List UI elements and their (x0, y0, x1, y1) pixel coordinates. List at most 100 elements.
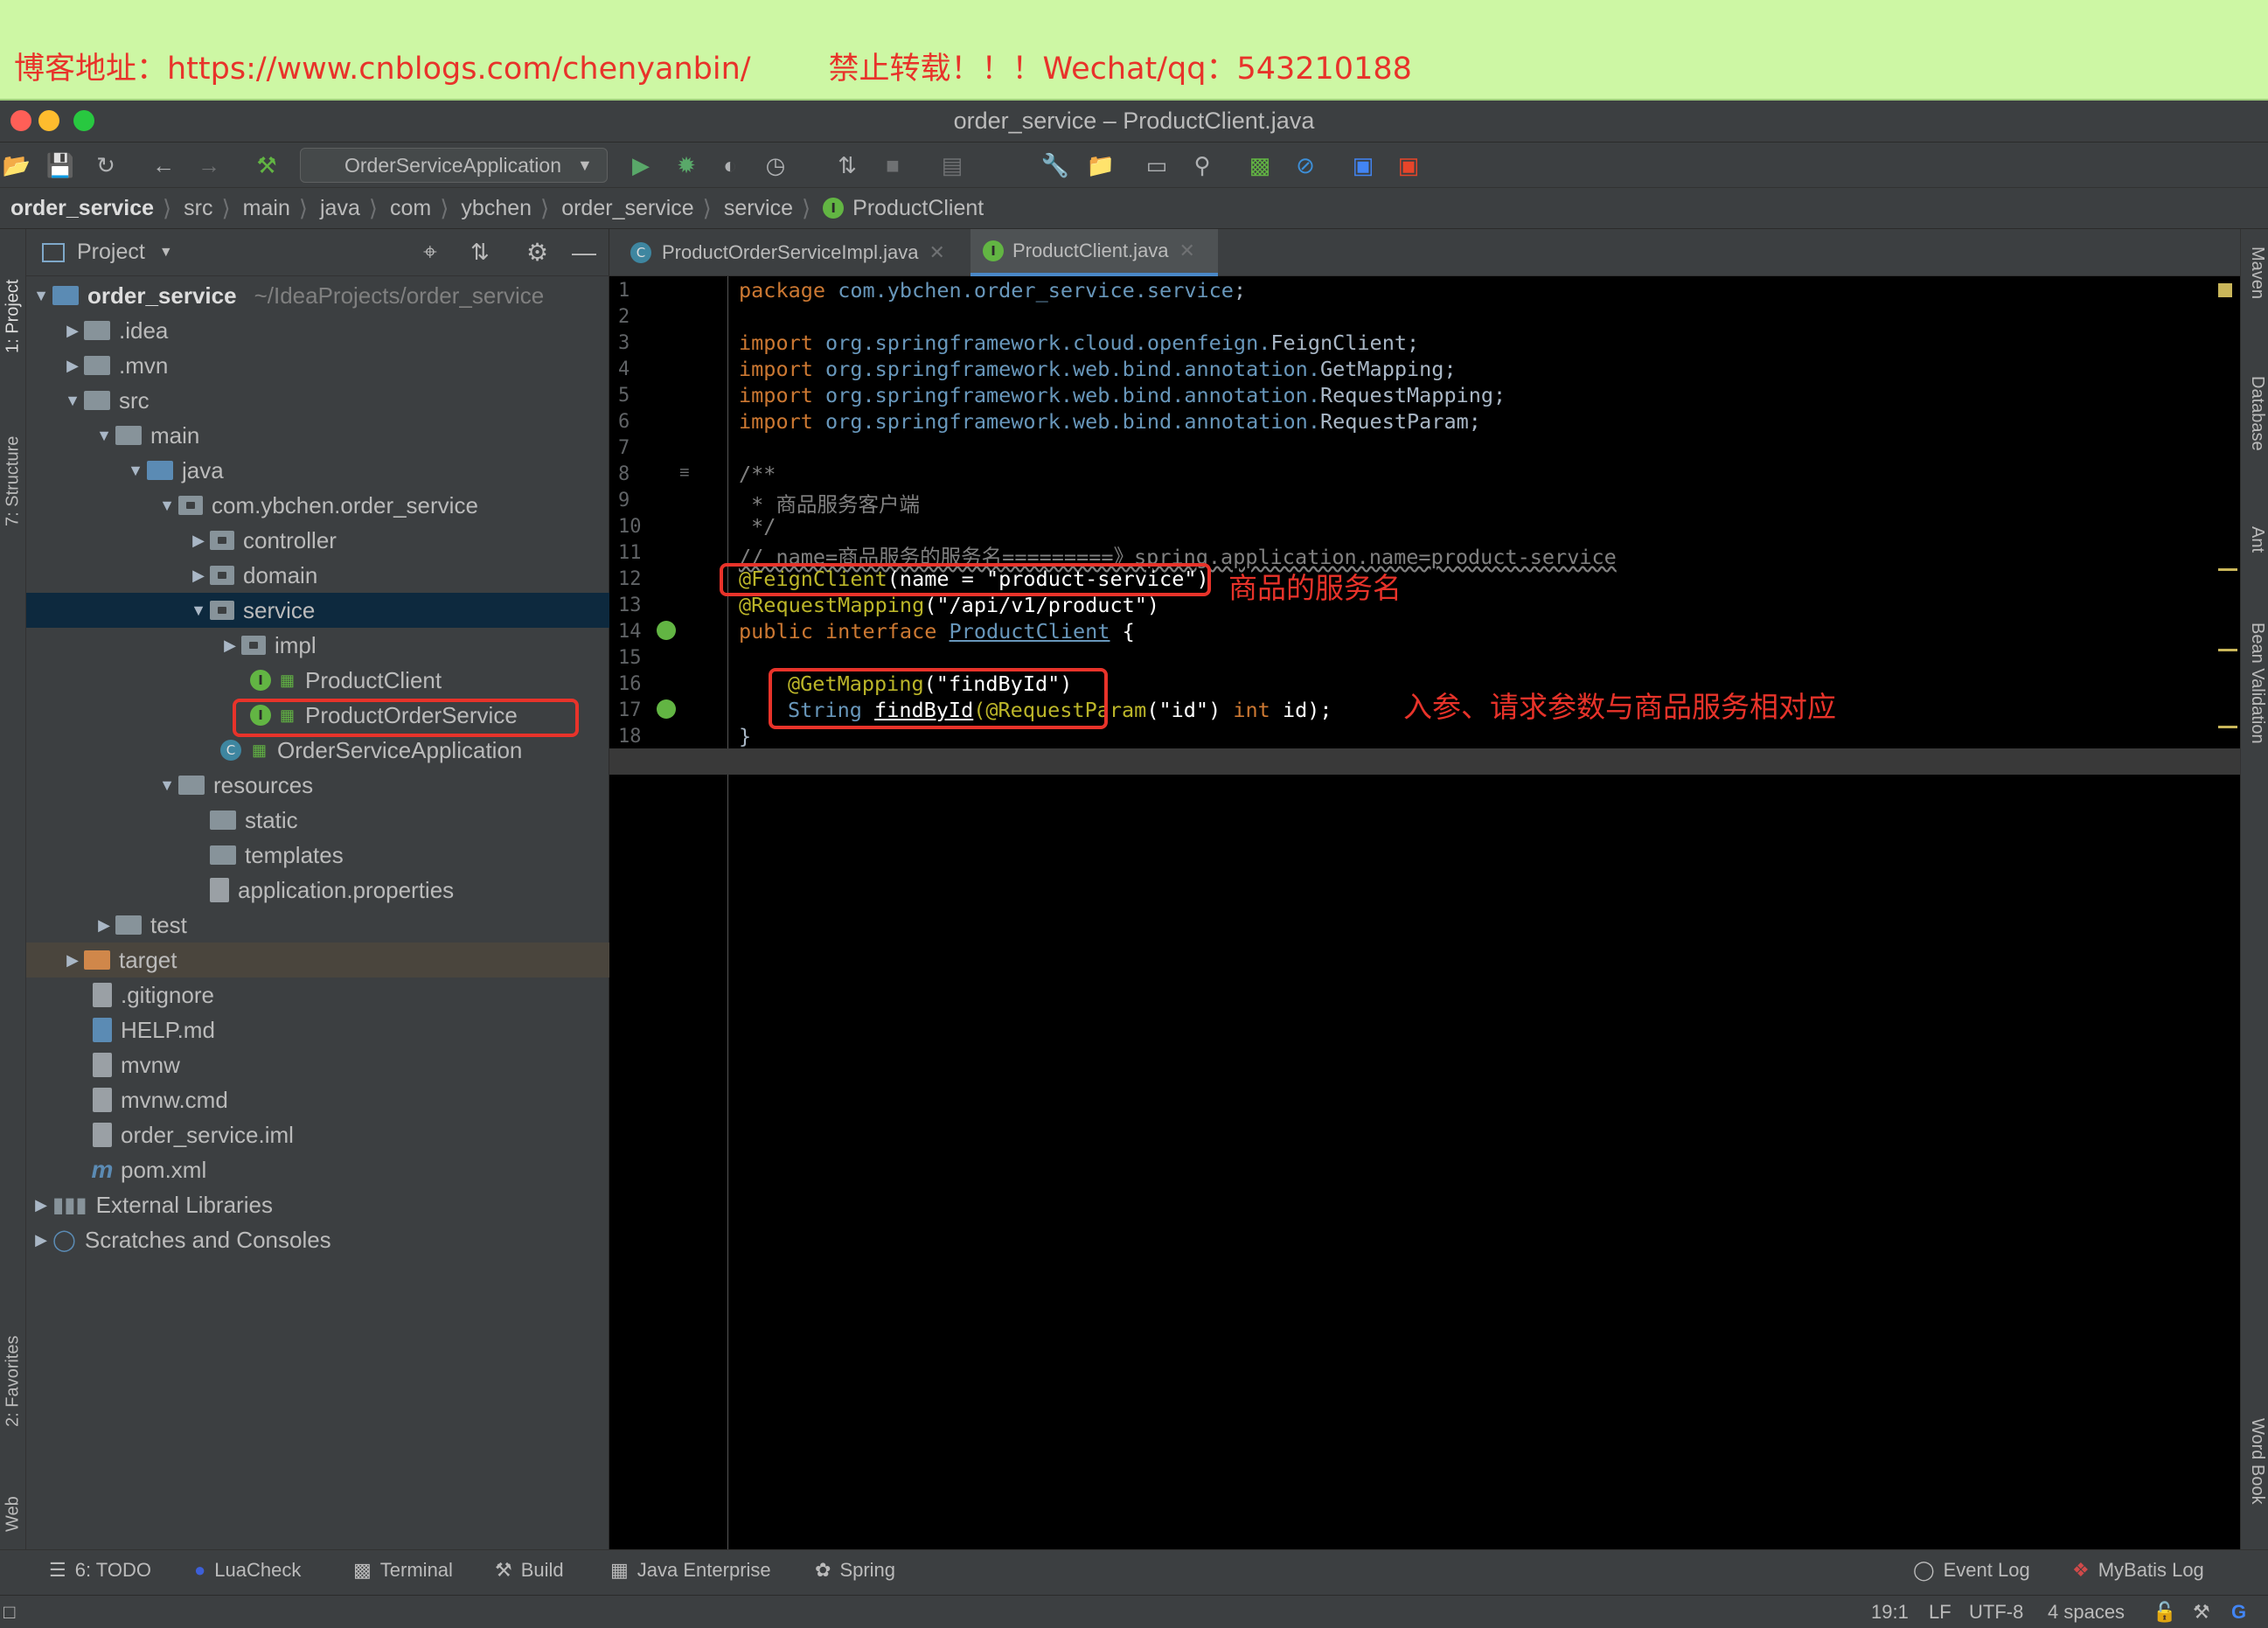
tree-row-application[interactable]: C ▦ OrderServiceApplication (26, 733, 609, 768)
tool-tab-favorites[interactable]: 2: Favorites (0, 1296, 26, 1427)
expand-arrow-icon[interactable]: ▼ (61, 392, 84, 410)
tree-row-test[interactable]: ▶ test (26, 908, 609, 943)
breadcrumb-item[interactable]: order_service ⟩ (10, 195, 184, 222)
tool-tab-maven[interactable]: Maven (2243, 247, 2267, 299)
save-all-icon[interactable]: 💾 (45, 150, 75, 180)
tree-row-gitignore[interactable]: .gitignore (26, 977, 609, 1012)
debug-icon[interactable]: ✹ (671, 150, 701, 180)
tree-row-mvnwcmd[interactable]: mvnw.cmd (26, 1082, 609, 1117)
tree-row-external-libraries[interactable]: ▶ ▮▮▮ External Libraries (26, 1187, 609, 1222)
tool-tab-event-log[interactable]: ◯ Event Log (1913, 1559, 2030, 1582)
build-hammer-icon[interactable]: ⚒ (252, 150, 282, 180)
tree-row-root[interactable]: ▼ order_service ~/IdeaProjects/order_servi… (26, 278, 609, 313)
tool-tab-todo[interactable]: ☰ 6: TODO (49, 1559, 151, 1582)
breadcrumb-item[interactable]: order_service ⟩ (561, 195, 724, 222)
disable-icon[interactable]: ⊘ (1291, 150, 1320, 180)
expand-arrow-icon[interactable]: ▼ (124, 462, 147, 480)
settings-wrench-icon[interactable]: 🔧 (1040, 150, 1070, 180)
run-configuration-select[interactable]: OrderServiceApplication ▼ (300, 148, 608, 183)
back-icon[interactable]: ← (149, 150, 178, 180)
collapse-all-icon[interactable]: ⇅ (470, 239, 490, 266)
inspector-icon[interactable]: ⚒ (2193, 1601, 2210, 1624)
tool-tab-terminal[interactable]: ▩ Terminal (353, 1559, 453, 1582)
tree-row-mvnw[interactable]: mvnw (26, 1047, 609, 1082)
module-settings-icon[interactable]: 📁 (1086, 150, 1116, 180)
tree-row-impl[interactable]: ▶ impl (26, 628, 609, 663)
tool-tab-mybatis-log[interactable]: ❖ MyBatis Log (2072, 1559, 2204, 1582)
tool-tab-web[interactable]: Web (0, 1453, 26, 1532)
expand-arrow-icon[interactable]: ▶ (93, 916, 115, 935)
breadcrumb-item[interactable]: I ProductClient (823, 196, 984, 221)
tool-tab-bean-validation[interactable]: Bean Validation (2243, 623, 2267, 744)
tool-tab-ant[interactable]: Ant (2243, 526, 2267, 553)
tree-row-src[interactable]: ▼ src (26, 383, 609, 418)
tool-tab-java-enterprise[interactable]: ▦ Java Enterprise (610, 1559, 771, 1582)
code-editor[interactable]: 1 2 3 4 5 6 7 8 9 10 11 12 13 14 15 16 1… (609, 276, 2240, 1549)
tree-row-iml[interactable]: order_service.iml (26, 1117, 609, 1152)
tree-row-java[interactable]: ▼ java (26, 453, 609, 488)
spring-bean-gutter-icon[interactable] (657, 621, 676, 640)
expand-arrow-icon[interactable]: ▼ (156, 497, 178, 515)
tree-row-domain[interactable]: ▶ domain (26, 558, 609, 593)
tree-row-target[interactable]: ▶ target (26, 943, 609, 977)
chevron-down-icon[interactable]: ▼ (159, 245, 173, 261)
tree-row-package[interactable]: ▼ com.ybchen.order_service (26, 488, 609, 523)
tool-tab-luacheck[interactable]: ● LuaCheck (194, 1559, 301, 1582)
expand-arrow-icon[interactable]: ▶ (61, 357, 84, 375)
file-encoding[interactable]: UTF-8 (1969, 1601, 2023, 1624)
project-view-select[interactable]: Project (77, 240, 145, 265)
tool-tab-structure[interactable]: 7: Structure (0, 395, 26, 526)
expand-arrow-icon[interactable]: ▶ (187, 567, 210, 585)
breadcrumb-item[interactable]: service ⟩ (724, 195, 823, 222)
expand-arrow-icon[interactable]: ▶ (61, 951, 84, 970)
gear-icon[interactable]: ⚙ (526, 238, 548, 267)
tab-productclient[interactable]: I ProductClient.java ✕ (971, 229, 1218, 276)
tab-productorderserviceimpl[interactable]: C ProductOrderServiceImpl.java ✕ (618, 229, 968, 276)
close-tab-icon[interactable]: ✕ (1179, 240, 1195, 262)
expand-arrow-icon[interactable]: ▶ (187, 532, 210, 550)
close-tab-icon[interactable]: ✕ (929, 241, 944, 264)
doc-render-icon[interactable]: ≡ (679, 463, 690, 484)
breadcrumb-item[interactable]: main ⟩ (243, 195, 320, 222)
expand-arrow-icon[interactable]: ▼ (156, 776, 178, 795)
forward-icon[interactable]: → (194, 150, 224, 180)
tree-row-controller[interactable]: ▶ controller (26, 523, 609, 558)
run-icon[interactable]: ▶ (626, 150, 656, 180)
sync-icon[interactable]: ↻ (91, 150, 121, 180)
tree-row-scratches[interactable]: ▶ ◯ Scratches and Consoles (26, 1222, 609, 1257)
stop-icon[interactable]: ■ (878, 150, 908, 180)
hide-panel-icon[interactable]: — (572, 239, 596, 267)
tree-row-static[interactable]: static (26, 803, 609, 838)
line-separator[interactable]: LF (1929, 1601, 1951, 1624)
tool-tab-project[interactable]: 1: Project (0, 240, 26, 353)
spring-bean-gutter-icon[interactable] (657, 699, 676, 719)
tree-row-pom[interactable]: m pom.xml (26, 1152, 609, 1187)
tool-window-toggle-icon[interactable]: □ (3, 1601, 15, 1624)
expand-arrow-icon[interactable]: ▼ (93, 427, 115, 445)
locate-file-icon[interactable]: ⌖ (423, 238, 437, 267)
tool-tab-database[interactable]: Database (2243, 376, 2267, 451)
open-folder-icon[interactable]: 📂 (2, 150, 31, 180)
tree-row-productclient[interactable]: I ▦ ProductClient (26, 663, 609, 698)
translate-alt-icon[interactable]: ▣ (1394, 150, 1423, 180)
terminal-window-icon[interactable]: ▭ (1142, 150, 1172, 180)
expand-arrow-icon[interactable]: ▼ (30, 287, 52, 305)
project-structure-icon[interactable]: ▤ (937, 150, 967, 180)
tree-row-resources[interactable]: ▼ resources (26, 768, 609, 803)
breadcrumb-item[interactable]: src ⟩ (184, 195, 242, 222)
tool-tab-spring[interactable]: ✿ Spring (815, 1559, 895, 1582)
breadcrumb-item[interactable]: ybchen ⟩ (461, 195, 561, 222)
tool-tab-build[interactable]: ⚒ Build (495, 1559, 564, 1582)
expand-arrow-icon[interactable]: ▶ (61, 322, 84, 340)
expand-arrow-icon[interactable]: ▶ (219, 637, 241, 655)
coverage-icon[interactable]: ◐ (715, 150, 745, 180)
translate-icon[interactable]: ▣ (1348, 150, 1378, 180)
breadcrumb-item[interactable]: java ⟩ (320, 195, 390, 222)
tree-row-helpmd[interactable]: HELP.md (26, 1012, 609, 1047)
tool-tab-word-book[interactable]: Word Book (2243, 1418, 2267, 1505)
attach-debugger-icon[interactable]: ⇅ (832, 150, 862, 180)
tree-row-properties[interactable]: application.properties (26, 873, 609, 908)
profile-icon[interactable]: ◷ (761, 150, 790, 180)
tree-row-templates[interactable]: templates (26, 838, 609, 873)
lock-icon[interactable]: 🔓 (2153, 1601, 2176, 1624)
